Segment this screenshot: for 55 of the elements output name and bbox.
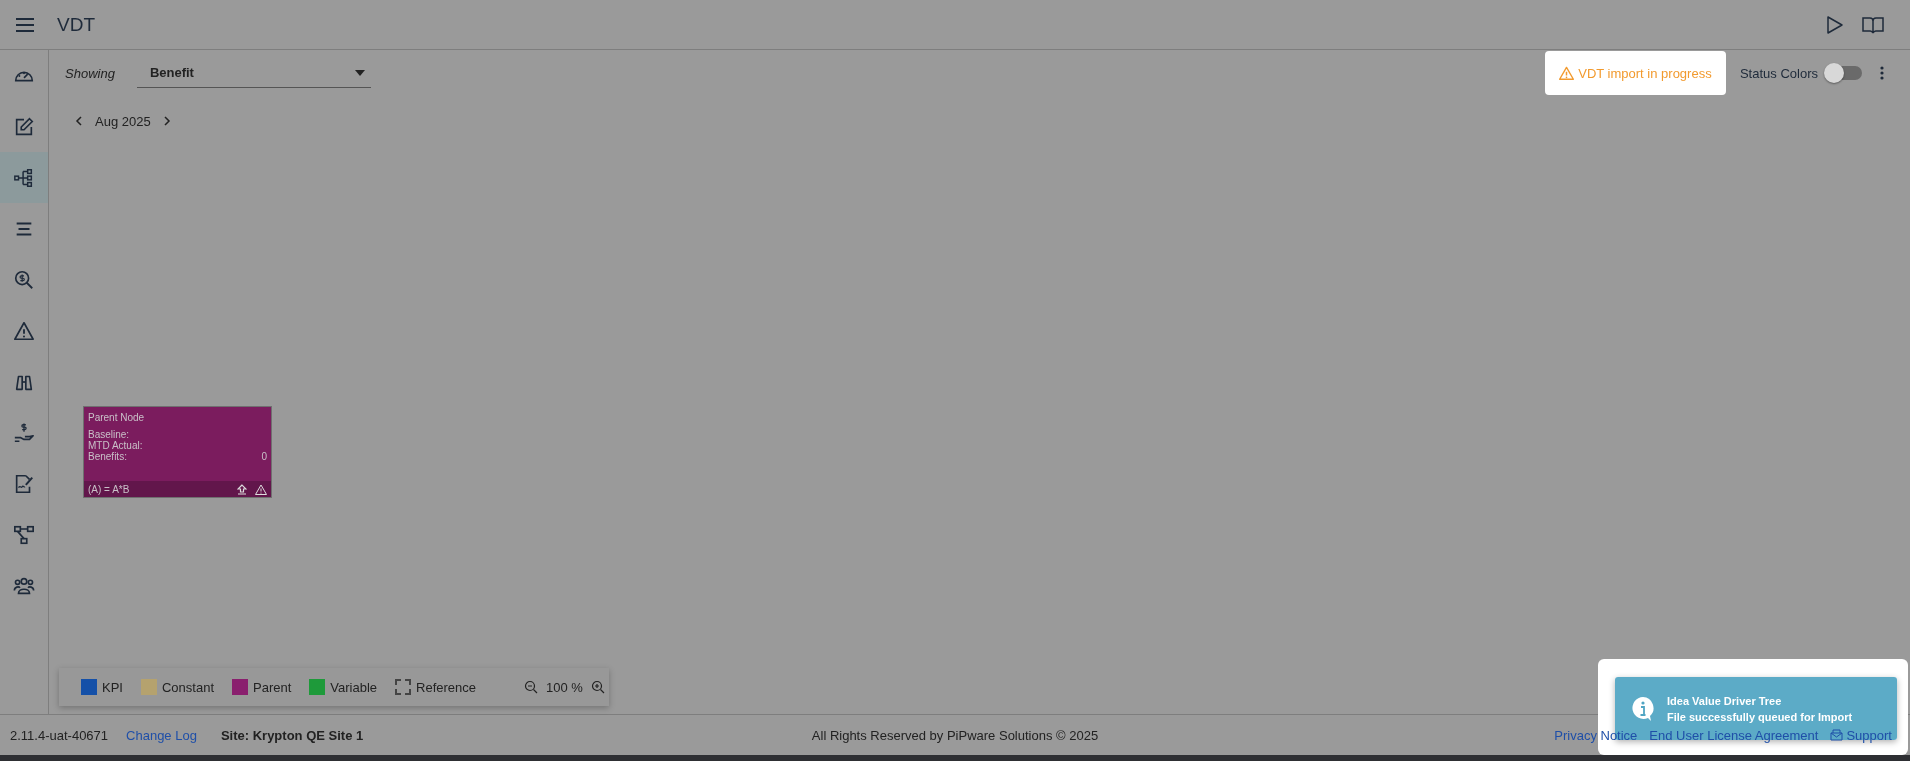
version-text: 2.11.4-uat-40671 — [10, 727, 109, 743]
node-field-value: 0 — [261, 451, 267, 462]
legend-label: Constant — [161, 679, 214, 695]
legend-label: Parent — [253, 679, 292, 695]
previous-month-button[interactable] — [75, 116, 83, 126]
sidebar-item[interactable] — [0, 152, 48, 203]
site-name: Site: Krypton QE Site 1 — [220, 727, 364, 743]
node-formula: (A) = A*B — [88, 483, 130, 495]
change-log-link[interactable]: Change Log — [126, 727, 197, 743]
footer-link[interactable]: End User License Agreement — [1649, 727, 1819, 743]
warning-icon[interactable] — [255, 483, 267, 495]
money-search-icon — [13, 268, 35, 291]
info-icon — [1631, 695, 1655, 722]
copyright-text: All Rights Reserved by PiPware Solutions © 2025 — [811, 727, 1099, 743]
status-colors-label: Status Colors — [1739, 65, 1818, 81]
toast-message: File successfully queued for Import — [1667, 710, 1853, 723]
more-options-button[interactable] — [1878, 64, 1886, 82]
node-field-label: Benefits: — [88, 451, 127, 462]
play-icon — [1824, 14, 1844, 35]
zoom-in-button[interactable] — [590, 680, 605, 694]
showing-label: Showing — [65, 65, 115, 81]
node-field-label: Baseline: — [88, 429, 130, 440]
page-title: VDT — [57, 13, 95, 36]
caret-icon — [354, 69, 365, 76]
more-icon — [1880, 66, 1884, 80]
zoom-level: 100 % — [546, 679, 583, 695]
parent-node[interactable]: Parent Node Baseline: MTD Actual: Benefits: 0 (A) = A*B — [83, 406, 272, 498]
footer-link[interactable]: Support — [1830, 727, 1892, 743]
legend-label: Variable — [330, 679, 378, 695]
menu-icon — [14, 16, 35, 33]
legend-swatch — [395, 679, 412, 695]
zoom-out-button[interactable] — [524, 680, 539, 694]
signed-document-icon — [13, 472, 35, 495]
period-label: Aug 2025 — [95, 113, 151, 129]
alert-text: VDT import in progress — [1578, 65, 1712, 81]
warning-icon — [13, 319, 35, 342]
zoom-in-icon — [590, 680, 605, 694]
book-icon — [1862, 15, 1884, 34]
node-field-label: MTD Actual: — [88, 440, 143, 451]
toast-title: Idea Value Driver Tree — [1667, 694, 1783, 707]
mail-icon — [1830, 729, 1844, 741]
legend-label: KPI — [102, 679, 123, 695]
node-title: Parent Node — [87, 411, 146, 425]
upload-icon[interactable] — [237, 483, 247, 495]
hand-money-icon — [13, 421, 35, 444]
edit-icon — [13, 115, 35, 138]
tree-icon — [13, 166, 35, 189]
chevron-right-icon — [162, 116, 171, 126]
warning-icon — [1559, 66, 1575, 80]
chevron-left-icon — [75, 116, 83, 126]
next-month-button[interactable] — [162, 116, 171, 126]
zoom-out-icon — [524, 680, 539, 694]
workflow-icon — [13, 523, 35, 546]
showing-dropdown[interactable]: Benefit — [136, 58, 371, 88]
legend-label: Reference — [416, 679, 477, 695]
